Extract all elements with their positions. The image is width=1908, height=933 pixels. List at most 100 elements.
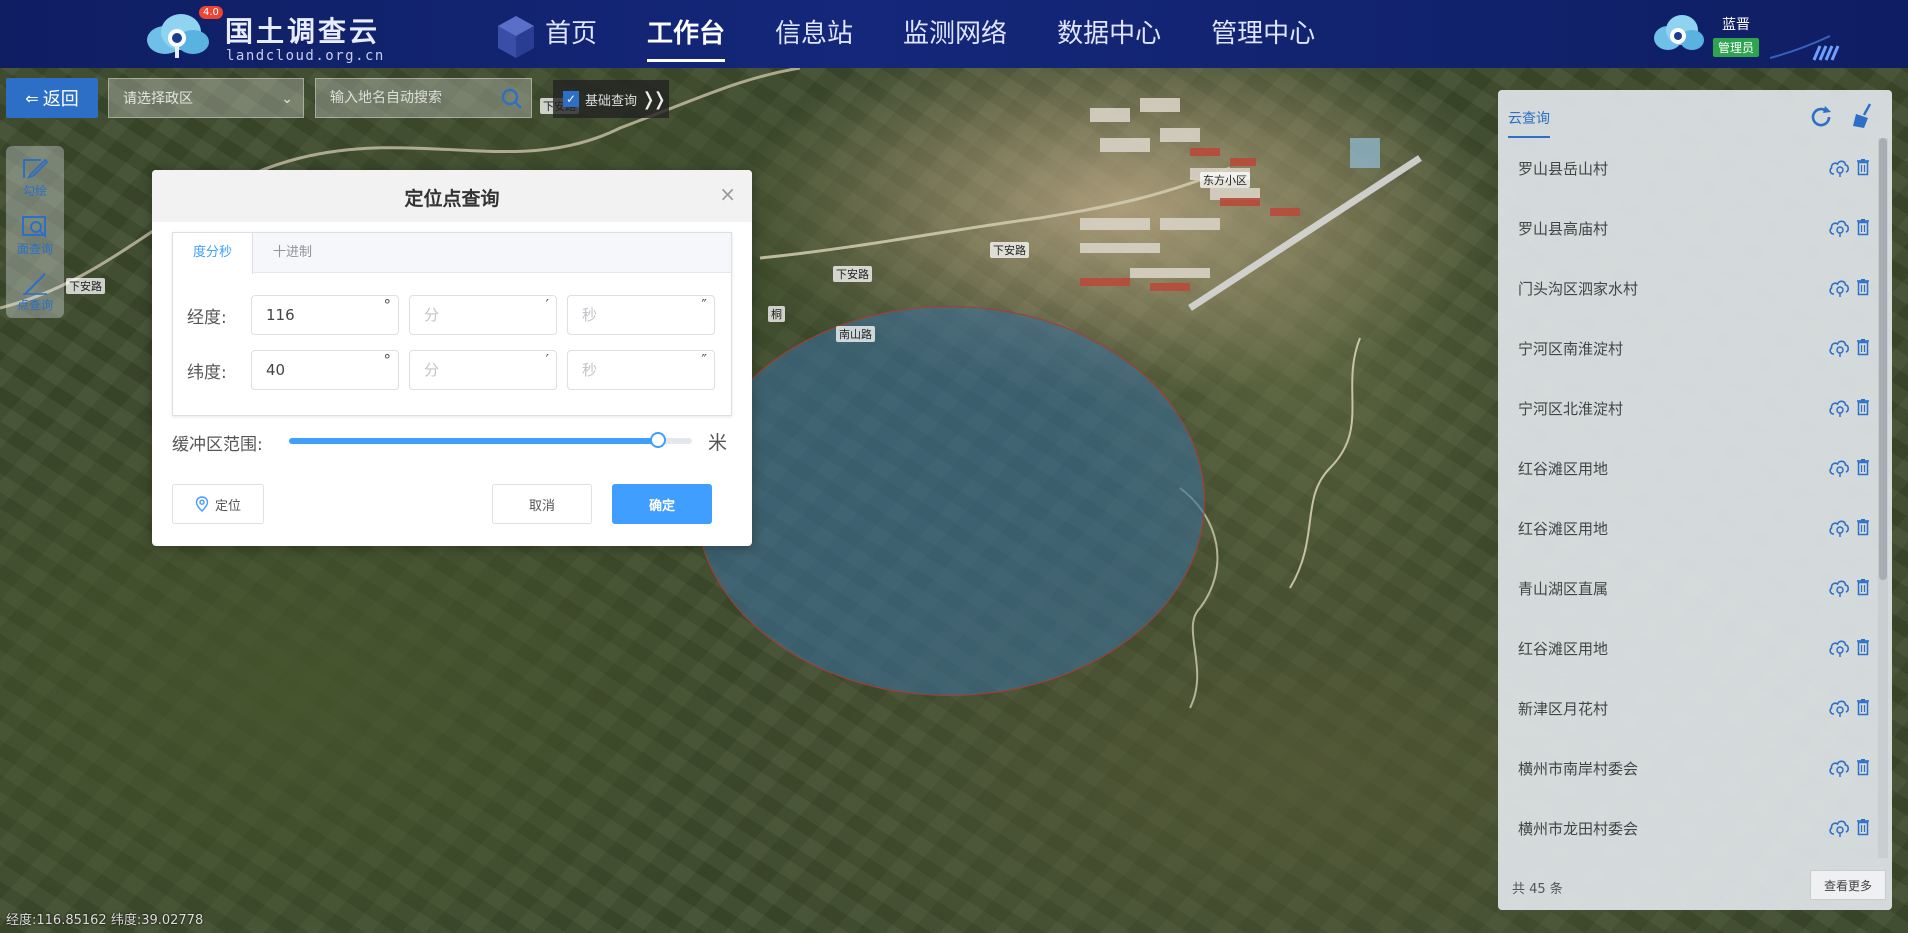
locate-button-label: 定位 [214,498,241,514]
broom-icon[interactable] [1850,102,1876,130]
trash-icon[interactable] [1856,818,1870,836]
latitude-degree-input[interactable] [252,351,372,389]
list-item[interactable]: 青山湖区直属 [1498,558,1878,618]
cloud-location-icon[interactable] [1828,758,1850,778]
trash-icon[interactable] [1856,518,1870,536]
logo-subtitle: landcloud.org.cn [226,48,385,64]
list-item-label: 门头沟区泗家水村 [1518,280,1639,298]
search-icon[interactable] [501,88,523,110]
nav-info-station[interactable]: 信息站 [775,0,853,68]
area-label: 东方小区 [1200,172,1250,188]
minute-unit: ′ [545,351,549,369]
trash-icon[interactable] [1856,398,1870,416]
trash-icon[interactable] [1856,278,1870,296]
trash-icon[interactable] [1856,758,1870,776]
tool-area-query[interactable]: 面查询 [6,208,64,262]
confirm-button[interactable]: 确定 [612,484,712,524]
cloud-location-icon[interactable] [1828,158,1850,178]
list-item[interactable]: 宁河区南淮淀村 [1498,318,1878,378]
back-button-label: 返回 [42,89,79,110]
user-menu[interactable]: 蓝晋 管理员 [1650,8,1850,64]
latitude-minute-input[interactable] [410,351,530,389]
cancel-button[interactable]: 取消 [492,484,592,524]
cloud-location-icon[interactable] [1828,338,1850,358]
nav-monitor-network[interactable]: 监测网络 [903,0,1007,68]
buffer-slider[interactable] [289,432,692,448]
view-more-button[interactable]: 查看更多 [1810,870,1886,900]
trash-icon[interactable] [1856,158,1870,176]
longitude-minute-input[interactable] [410,296,530,334]
cloud-location-icon[interactable] [1828,698,1850,718]
tabs-bar: 度分秒 十进制 [173,233,731,274]
list-item[interactable]: 宁河区北淮淀村 [1498,378,1878,438]
longitude-second-input[interactable] [568,296,688,334]
scrollbar-thumb[interactable] [1879,138,1887,580]
trash-icon[interactable] [1856,218,1870,236]
list-item-label: 红谷滩区用地 [1518,460,1609,478]
list-item[interactable]: 横州市南岸村委会 [1498,738,1878,798]
cloud-location-icon[interactable] [1828,518,1850,538]
coordinate-readout: 经度:116.85162 纬度:39.02778 [6,913,204,928]
main-nav: 首页 工作台 信息站 监测网络 数据中心 管理中心 [545,0,1365,68]
refresh-icon[interactable] [1808,104,1834,130]
region-select[interactable]: 请选择政区 ⌄ [108,78,304,118]
locate-button[interactable]: 定位 [172,484,264,524]
list-item-label: 横州市南岸村委会 [1518,760,1639,778]
cloud-location-icon[interactable] [1828,578,1850,598]
scrollbar[interactable] [1878,138,1888,858]
cloud-location-icon[interactable] [1828,278,1850,298]
buffer-slider-thumb[interactable] [649,432,666,448]
minute-unit: ′ [545,296,549,314]
locate-point-dialog: 定位点查询 × 度分秒 十进制 经度: ° ′ ″ 纬度: [152,170,752,546]
list-item[interactable]: 红谷滩区用地 [1498,438,1878,498]
logo[interactable]: 4.0 国土调查云 landcloud.org.cn [143,6,403,64]
cloud-location-icon[interactable] [1828,638,1850,658]
dialog-title: 定位点查询 [404,188,500,210]
cloud-location-icon[interactable] [1828,218,1850,238]
list-item-label: 红谷滩区用地 [1518,640,1609,658]
tool-draw[interactable]: 勾绘 [6,150,64,204]
cloud-location-icon[interactable] [1828,818,1850,838]
list-item[interactable]: 新津区月花村 [1498,678,1878,738]
road-label: 桐 [768,306,785,322]
nav-admin-center[interactable]: 管理中心 [1211,0,1315,68]
tool-area-query-label: 面查询 [16,242,53,256]
tab-cloud-query[interactable]: 云查询 [1508,108,1550,138]
list-item[interactable]: 罗山县高庙村 [1498,198,1878,258]
list-item[interactable]: 横州市龙田村委会 [1498,798,1878,858]
basic-query-checkbox[interactable]: ✓ [563,91,579,107]
dialog-header: 定位点查询 × [152,170,752,222]
trash-icon[interactable] [1856,578,1870,596]
latitude-second-input[interactable] [568,351,688,389]
trash-icon[interactable] [1856,458,1870,476]
latitude-second-field: ″ [567,350,715,390]
list-item[interactable]: 红谷滩区用地 [1498,618,1878,678]
second-unit: ″ [701,296,707,314]
tab-dms[interactable]: 度分秒 [173,233,254,274]
cloud-location-icon[interactable] [1828,458,1850,478]
longitude-second-field: ″ [567,295,715,335]
road-label: 南山路 [836,326,875,342]
nav-data-center[interactable]: 数据中心 [1057,0,1161,68]
trash-icon[interactable] [1856,638,1870,656]
coordinate-tabs: 度分秒 十进制 经度: ° ′ ″ 纬度: ° [172,232,732,416]
top-header: 4.0 国土调查云 landcloud.org.cn 首页 工作台 信息站 监测… [0,0,1908,68]
list-item[interactable]: 罗山县岳山村 [1498,138,1878,198]
close-icon[interactable]: × [719,182,736,206]
double-chevron-right-icon[interactable]: ❭❭ [641,89,667,110]
longitude-degree-field: ° [251,295,399,335]
longitude-degree-input[interactable] [252,296,372,334]
cloud-location-icon[interactable] [1828,398,1850,418]
tool-point-query[interactable]: 点查询 [6,264,64,318]
cancel-button-label: 取消 [528,498,555,514]
tab-decimal[interactable]: 十进制 [253,233,332,273]
nav-home[interactable]: 首页 [545,0,597,68]
place-search-input[interactable] [316,79,491,117]
basic-query-toggle[interactable]: ✓ 基础查询 ❭❭ [553,80,669,118]
trash-icon[interactable] [1856,338,1870,356]
trash-icon[interactable] [1856,698,1870,716]
list-item[interactable]: 红谷滩区用地 [1498,498,1878,558]
nav-workbench[interactable]: 工作台 [647,0,726,68]
back-button[interactable]: ⇐ 返回 [6,78,98,118]
list-item[interactable]: 门头沟区泗家水村 [1498,258,1878,318]
